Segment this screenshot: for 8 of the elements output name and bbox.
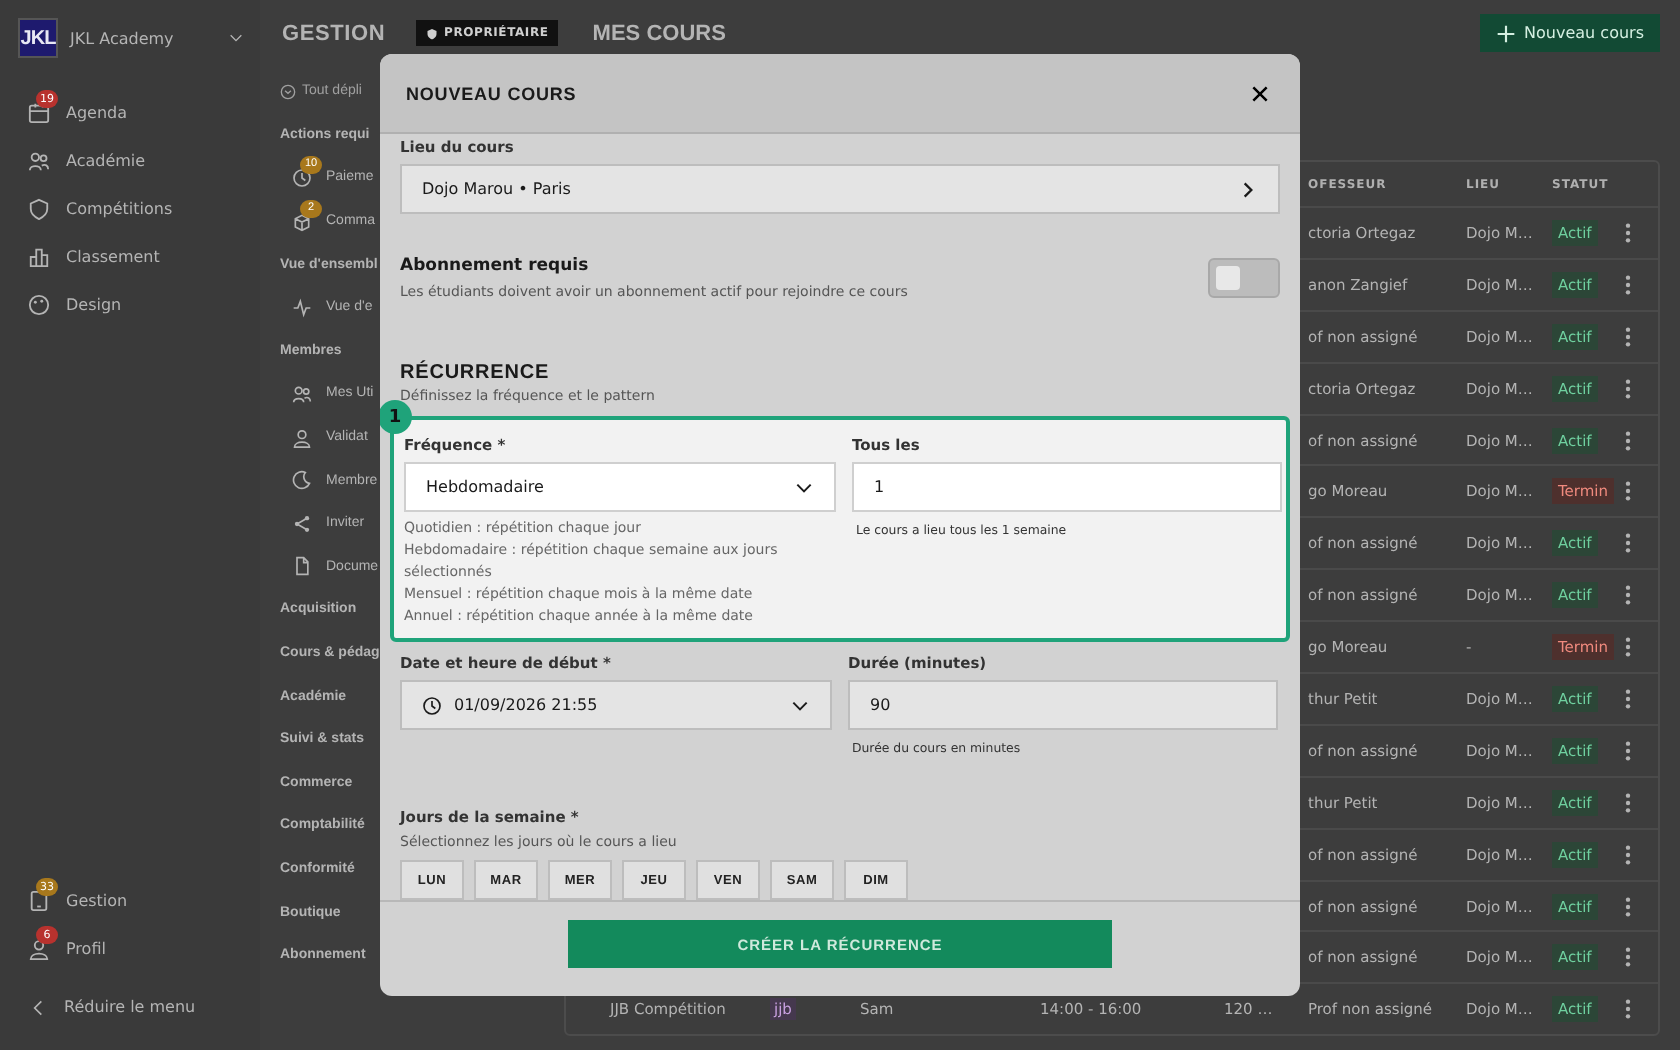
- step-number-badge: 1: [380, 400, 412, 434]
- section-title: GESTION: [282, 21, 388, 45]
- page-title: MES COURS: [592, 21, 728, 45]
- academy-name: JKL Academy: [70, 29, 176, 47]
- academy-logo: JKL: [18, 18, 58, 58]
- dialog-title: NOUVEAU COURS: [406, 83, 577, 103]
- section-heading: RÉCURRENCE: [400, 362, 552, 384]
- setting-title: Abonnement requis: [400, 256, 591, 276]
